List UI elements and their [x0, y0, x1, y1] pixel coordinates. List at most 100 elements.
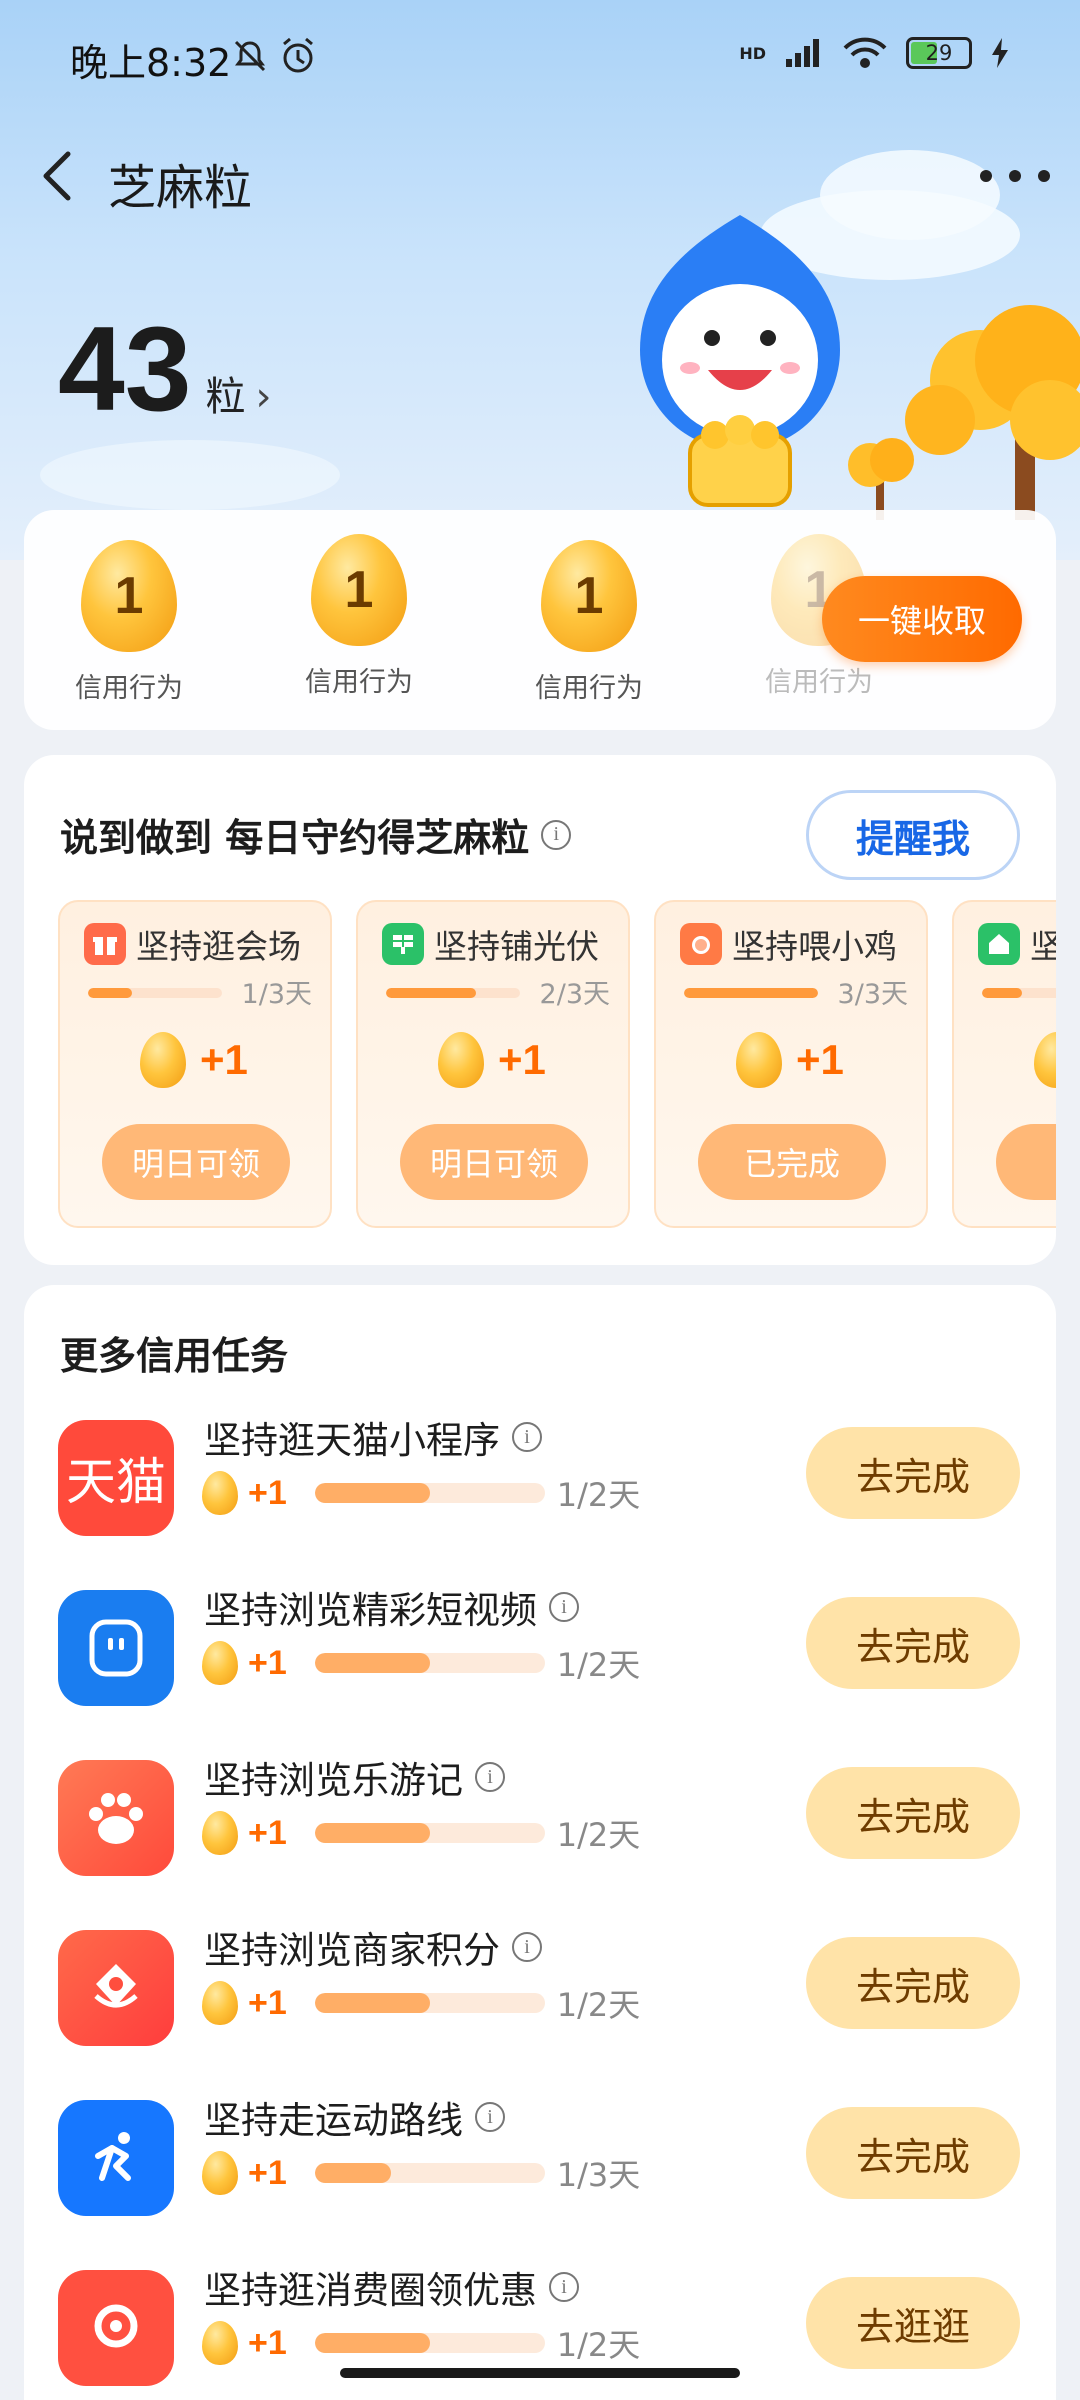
grain-egg-icon: 1	[311, 534, 407, 646]
reward-amount: +1	[248, 1473, 287, 1512]
info-icon[interactable]: i	[475, 2102, 505, 2132]
info-icon[interactable]: i	[541, 819, 572, 850]
info-icon[interactable]: i	[512, 1422, 542, 1452]
collect-all-button[interactable]: 一键收取	[822, 576, 1022, 662]
more-credit-tasks-card: 更多信用任务 天猫 坚持逛天猫小程序 i +1 1/2天 去完成 坚持浏览精彩短视…	[24, 1285, 1056, 2400]
completed-button[interactable]: 已完成	[698, 1124, 886, 1200]
grain-label: 信用行为	[75, 673, 183, 704]
house-icon	[978, 923, 1020, 965]
progress-days: 1/2天	[556, 2326, 641, 2364]
daily-promise-card: 说到做到 每日守约得芝麻粒 i 提醒我 坚持逛会场 1/3天 +1 明日可领 坚…	[24, 755, 1056, 1265]
daily-task-card[interactable]: 坚 已	[952, 900, 1056, 1228]
page-title: 芝麻粒	[108, 160, 253, 216]
grain-label: 信用行为	[535, 673, 643, 704]
reward-amount: +1	[248, 1813, 287, 1852]
reward-amount: +1	[248, 2323, 287, 2362]
alarm-icon	[283, 37, 313, 73]
daily-task-card[interactable]: 坚持喂小鸡 3/3天 +1 已完成	[654, 900, 928, 1228]
go-complete-button[interactable]: 去完成	[806, 1767, 1020, 1859]
chick-icon	[680, 923, 722, 965]
battery-icon: 29	[906, 37, 972, 69]
pending-grain[interactable]: 1 信用行为	[74, 540, 184, 705]
reward-amount: +1	[796, 1036, 844, 1083]
signal-icon	[786, 39, 819, 67]
daily-task-title: 坚持铺光伏	[434, 927, 599, 966]
daily-task-carousel[interactable]: 坚持逛会场 1/3天 +1 明日可领 坚持铺光伏 2/3天 +1 明日可领 坚持…	[58, 900, 1056, 1230]
reward-amount: +1	[498, 1036, 546, 1083]
go-complete-button[interactable]: 去完成	[806, 1597, 1020, 1689]
small-tree-illustration	[848, 438, 914, 520]
completed-button[interactable]: 已	[996, 1124, 1056, 1200]
balance-display[interactable]: 43 粒 ›	[58, 300, 271, 438]
task-list: 天猫 坚持逛天猫小程序 i +1 1/2天 去完成 坚持浏览精彩短视频 i +1 1…	[24, 1410, 1056, 2400]
tree-illustration	[905, 305, 1080, 520]
task-name: 坚持走运动路线 i	[204, 2090, 505, 2144]
grain-icon	[438, 1032, 484, 1088]
mute-bell-icon	[234, 40, 266, 72]
task-name: 坚持浏览乐游记 i	[204, 1750, 505, 1804]
task-item: 坚持浏览商家积分 i +1 1/2天 去完成	[24, 1920, 1056, 2090]
location-icon[interactable]	[58, 2270, 174, 2386]
paw-icon[interactable]	[58, 1760, 174, 1876]
wifi-icon	[843, 37, 887, 68]
home-indicator[interactable]	[340, 2368, 740, 2378]
reward-amount: +1	[248, 1983, 287, 2022]
more-options-icon[interactable]	[980, 156, 1050, 196]
solar-panel-icon	[382, 923, 424, 965]
progress-bar	[982, 988, 1056, 998]
go-browse-button[interactable]: 去逛逛	[806, 2277, 1020, 2369]
daily-task-title: 坚持逛会场	[136, 927, 301, 966]
progress-days: 1/2天	[556, 1476, 641, 1514]
progress-bar	[684, 988, 818, 998]
grain-icon	[736, 1032, 782, 1088]
hd-label: HD	[739, 43, 766, 63]
info-icon[interactable]: i	[549, 2272, 579, 2302]
claim-tomorrow-button[interactable]: 明日可领	[400, 1124, 588, 1200]
go-complete-button[interactable]: 去完成	[806, 1937, 1020, 2029]
info-icon[interactable]: i	[549, 1592, 579, 1622]
video-icon[interactable]	[58, 1590, 174, 1706]
grain-icon	[202, 1981, 238, 2025]
reward-amount: +1	[200, 1036, 248, 1083]
mascot-illustration	[640, 215, 840, 507]
grain-egg-icon: 1	[541, 540, 637, 652]
progress-bar	[314, 2333, 545, 2353]
gift-icon	[84, 923, 126, 965]
chevron-right-icon: ›	[255, 374, 272, 420]
grain-icon	[1034, 1032, 1056, 1088]
progress-bar	[386, 988, 520, 998]
task-name: 坚持浏览精彩短视频 i	[204, 1580, 579, 1634]
daily-task-card[interactable]: 坚持逛会场 1/3天 +1 明日可领	[58, 900, 332, 1228]
section-title: 更多信用任务	[60, 1334, 289, 1378]
progress-days: 3/3天	[837, 979, 908, 1010]
go-complete-button[interactable]: 去完成	[806, 2107, 1020, 2199]
task-item: 天猫 坚持逛天猫小程序 i +1 1/2天 去完成	[24, 1410, 1056, 1580]
grain-egg-icon: 1	[81, 540, 177, 652]
reward-amount: +1	[248, 2153, 287, 2192]
claim-tomorrow-button[interactable]: 明日可领	[102, 1124, 290, 1200]
grain-icon	[202, 2321, 238, 2365]
task-item: 坚持逛消费圈领优惠 i +1 1/2天 去逛逛	[24, 2260, 1056, 2400]
running-icon[interactable]	[58, 2100, 174, 2216]
pending-grain[interactable]: 1 信用行为	[534, 540, 644, 705]
info-icon[interactable]: i	[475, 1762, 505, 1792]
charging-icon	[992, 38, 1008, 68]
task-name: 坚持逛消费圈领优惠 i	[204, 2260, 579, 2314]
tmall-icon[interactable]: 天猫	[58, 1420, 174, 1536]
progress-days: 1/3天	[241, 979, 312, 1010]
back-arrow-icon[interactable]	[30, 146, 90, 206]
merchant-points-icon[interactable]	[58, 1930, 174, 2046]
daily-task-title: 坚	[1030, 927, 1056, 966]
remind-me-button[interactable]: 提醒我	[806, 790, 1020, 880]
status-bar: 晚上8:32 HD 29	[0, 0, 1080, 120]
go-complete-button[interactable]: 去完成	[806, 1427, 1020, 1519]
pending-grain[interactable]: 1 信用行为	[304, 534, 414, 705]
daily-task-card[interactable]: 坚持铺光伏 2/3天 +1 明日可领	[356, 900, 630, 1228]
progress-days: 1/3天	[556, 2156, 641, 2194]
status-time: 晚上8:32	[70, 41, 232, 85]
reward-amount: +1	[248, 1643, 287, 1682]
info-icon[interactable]: i	[512, 1932, 542, 1962]
task-name: 坚持逛天猫小程序 i	[204, 1410, 542, 1464]
progress-days: 1/2天	[556, 1986, 641, 2024]
balance-unit: 粒	[205, 374, 246, 420]
